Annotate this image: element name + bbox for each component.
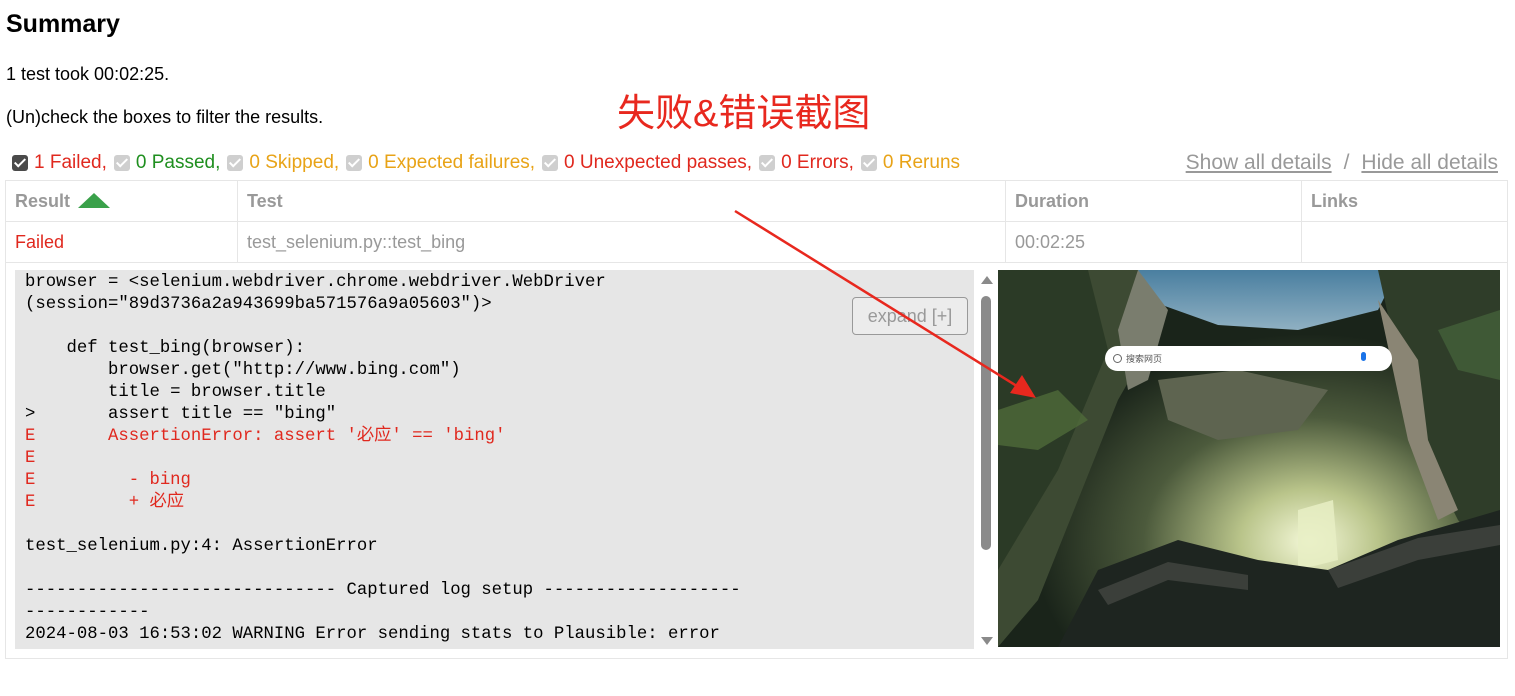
- log-line: ------------: [25, 603, 150, 622]
- failure-screenshot: 搜索网页: [998, 270, 1500, 647]
- test-details-row: browser = <selenium.webdriver.chrome.web…: [5, 261, 1508, 659]
- log-line: > assert title == "bing": [25, 405, 337, 424]
- log-line: browser = <selenium.webdriver.chrome.web…: [25, 273, 606, 292]
- filter-unexpected-passes: 0 Unexpected passes,: [542, 152, 752, 174]
- details-separator: /: [1343, 151, 1350, 174]
- column-header-result[interactable]: Result: [5, 180, 238, 222]
- log-line: E AssertionError: assert '必应' == 'bing': [25, 427, 506, 446]
- table-header-row: Result Test Duration Links: [5, 180, 1508, 222]
- column-header-test[interactable]: Test: [237, 180, 1006, 222]
- table-row[interactable]: Failed test_selenium.py::test_bing 00:02…: [5, 221, 1508, 263]
- log-line: title = browser.title: [25, 383, 326, 402]
- filter-errors: 0 Errors,: [759, 152, 854, 174]
- log-line: E + 必应: [25, 493, 185, 512]
- log-scrollbar[interactable]: [978, 270, 994, 649]
- log-line: ------------------------------ Captured …: [25, 581, 741, 600]
- screenshot-search-box: 搜索网页: [1105, 346, 1392, 371]
- checkbox-checked-icon: [759, 155, 776, 171]
- details-links: Show all details / Hide all details: [1186, 151, 1498, 175]
- sort-ascending-icon: [78, 192, 111, 208]
- checkbox-checked-icon: [346, 155, 363, 171]
- log-line: (session="89d3736a2a943699ba571576a9a056…: [25, 295, 492, 314]
- search-icon: [1113, 354, 1122, 363]
- hide-all-details-link[interactable]: Hide all details: [1361, 151, 1498, 174]
- result-filters: 1 Failed, 0 Passed, 0 Skipped, 0 Expecte…: [12, 152, 967, 174]
- column-header-duration[interactable]: Duration: [1005, 180, 1302, 222]
- result-cell: Failed: [5, 221, 238, 263]
- expand-button[interactable]: expand [+]: [852, 297, 968, 335]
- log-line: E - bing: [25, 471, 191, 490]
- checkbox-checked-icon: [542, 155, 559, 171]
- log-line: 2024-08-03 16:53:02 WARNING Error sendin…: [25, 625, 720, 644]
- canyon-landscape-image: [998, 270, 1500, 647]
- summary-heading: Summary: [6, 10, 120, 38]
- checkbox-checked-icon[interactable]: [12, 155, 28, 171]
- log-line: def test_bing(browser):: [25, 339, 306, 358]
- log-line: E: [25, 449, 36, 468]
- results-table: Result Test Duration Links Failed test_s…: [5, 180, 1508, 263]
- scrollbar-thumb[interactable]: [981, 296, 991, 550]
- checkbox-checked-icon: [227, 155, 244, 171]
- filter-passed: 0 Passed,: [113, 152, 220, 174]
- filter-expected-failures: 0 Expected failures,: [346, 152, 535, 174]
- log-line: test_selenium.py:4: AssertionError: [25, 537, 378, 556]
- checkbox-checked-icon: [113, 155, 130, 171]
- show-all-details-link[interactable]: Show all details: [1186, 151, 1332, 174]
- microphone-icon: [1361, 352, 1366, 361]
- duration-cell: 00:02:25: [1005, 221, 1302, 263]
- log-text: browser = <selenium.webdriver.chrome.web…: [15, 270, 974, 646]
- column-header-links: Links: [1301, 180, 1508, 222]
- test-log: browser = <selenium.webdriver.chrome.web…: [15, 270, 974, 649]
- scroll-down-arrow-icon[interactable]: [981, 637, 993, 645]
- filter-skipped: 0 Skipped,: [227, 152, 339, 174]
- test-duration-text: 1 test took 00:02:25.: [6, 64, 170, 84]
- scroll-up-arrow-icon[interactable]: [981, 276, 993, 284]
- log-line: browser.get("http://www.bing.com"): [25, 361, 461, 380]
- annotation-title: 失败&错误截图: [617, 93, 871, 135]
- checkbox-checked-icon: [860, 155, 877, 171]
- links-cell: [1301, 221, 1508, 263]
- filter-hint-text: (Un)check the boxes to filter the result…: [6, 107, 324, 127]
- filter-failed[interactable]: 1 Failed,: [12, 152, 107, 174]
- test-name-cell: test_selenium.py::test_bing: [237, 221, 1006, 263]
- filter-reruns: 0 Reruns: [860, 152, 960, 174]
